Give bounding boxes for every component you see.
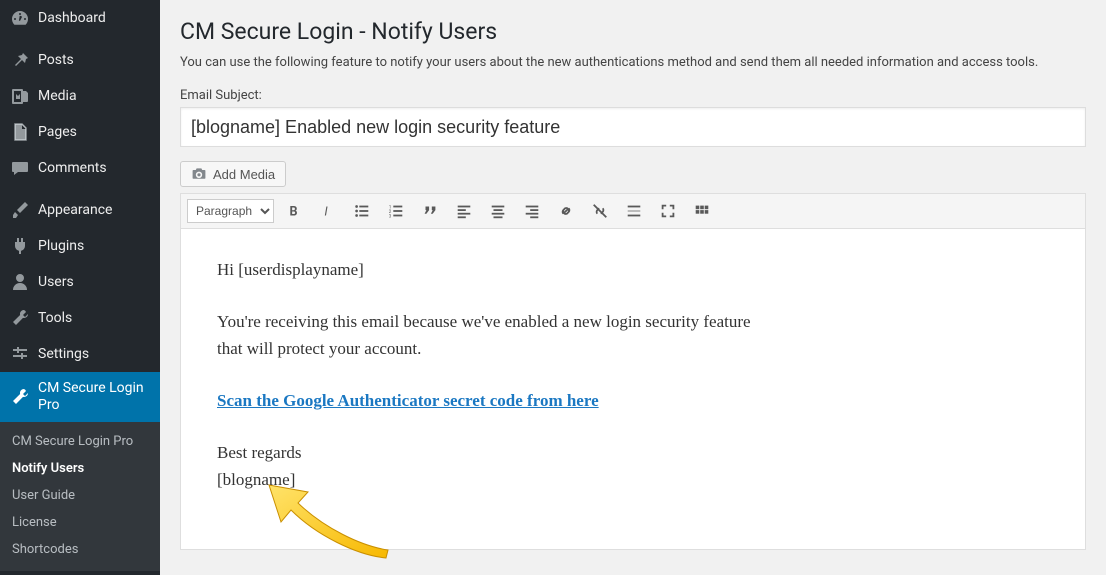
sidebar-item-label: Pages [38, 124, 77, 141]
insert-more-button[interactable] [620, 198, 648, 224]
submenu-item-license[interactable]: License [0, 509, 160, 536]
sliders-icon [10, 344, 30, 364]
svg-text:I: I [324, 205, 328, 220]
editor-toolbar: Paragraph B I 123 [181, 194, 1085, 229]
sidebar-item-label: CM Secure Login Pro [38, 380, 150, 414]
align-left-button[interactable] [450, 198, 478, 224]
add-media-button[interactable]: Add Media [180, 161, 286, 187]
brush-icon [10, 200, 30, 220]
main-content: CM Secure Login - Notify Users You can u… [160, 0, 1106, 575]
add-media-label: Add Media [213, 167, 275, 182]
sidebar-item-label: Media [38, 88, 77, 105]
sidebar-submenu: CM Secure Login Pro Notify Users User Gu… [0, 422, 160, 571]
toolbar-toggle-button[interactable] [688, 198, 716, 224]
page-title: CM Secure Login - Notify Users [180, 18, 1086, 45]
admin-sidebar: Dashboard Posts Media Pages Comments App… [0, 0, 160, 575]
sidebar-item-appearance[interactable]: Appearance [0, 192, 160, 228]
wrench-icon [10, 308, 30, 328]
bold-button[interactable]: B [280, 198, 308, 224]
sidebar-item-plugins[interactable]: Plugins [0, 228, 160, 264]
unlink-button[interactable] [586, 198, 614, 224]
sidebar-item-label: Comments [38, 160, 107, 177]
sidebar-item-label: Users [38, 274, 74, 291]
svg-text:3: 3 [389, 213, 392, 219]
sidebar-item-label: Tools [38, 310, 72, 327]
fullscreen-button[interactable] [654, 198, 682, 224]
email-body-editor: Paragraph B I 123 [180, 193, 1086, 550]
sidebar-item-label: Plugins [38, 238, 84, 255]
email-greeting: Hi [userdisplayname] [217, 257, 1049, 283]
sidebar-item-tools[interactable]: Tools [0, 300, 160, 336]
align-center-button[interactable] [484, 198, 512, 224]
sidebar-item-settings[interactable]: Settings [0, 336, 160, 372]
align-right-button[interactable] [518, 198, 546, 224]
media-icon [10, 86, 30, 106]
page-description: You can use the following feature to not… [180, 55, 1086, 70]
camera-icon [191, 166, 207, 182]
submenu-item-notify-users[interactable]: Notify Users [0, 455, 160, 482]
submenu-item-cm-secure-login-pro[interactable]: CM Secure Login Pro [0, 428, 160, 455]
email-paragraph: You're receiving this email because we'v… [217, 309, 777, 362]
comment-icon [10, 158, 30, 178]
sidebar-item-users[interactable]: Users [0, 264, 160, 300]
sidebar-item-comments[interactable]: Comments [0, 150, 160, 186]
sidebar-item-dashboard[interactable]: Dashboard [0, 0, 160, 36]
user-icon [10, 272, 30, 292]
submenu-item-user-guide[interactable]: User Guide [0, 482, 160, 509]
sidebar-item-posts[interactable]: Posts [0, 42, 160, 78]
blockquote-button[interactable] [416, 198, 444, 224]
submenu-item-shortcodes[interactable]: Shortcodes [0, 536, 160, 563]
numbered-list-button[interactable]: 123 [382, 198, 410, 224]
svg-text:B: B [290, 205, 298, 220]
wrench-icon [10, 387, 30, 407]
editor-body[interactable]: Hi [userdisplayname] You're receiving th… [181, 229, 1085, 549]
gauge-icon [10, 8, 30, 28]
page-icon [10, 122, 30, 142]
sidebar-item-label: Settings [38, 346, 89, 363]
email-signoff: Best regards [217, 443, 302, 462]
format-select[interactable]: Paragraph [187, 199, 274, 223]
link-button[interactable] [552, 198, 580, 224]
email-blogname: [blogname] [217, 470, 295, 489]
sidebar-item-label: Appearance [38, 202, 112, 219]
pin-icon [10, 50, 30, 70]
authenticator-link[interactable]: Scan the Google Authenticator secret cod… [217, 391, 599, 410]
bullet-list-button[interactable] [348, 198, 376, 224]
sidebar-item-label: Dashboard [38, 10, 106, 27]
plug-icon [10, 236, 30, 256]
sidebar-item-media[interactable]: Media [0, 78, 160, 114]
italic-button[interactable]: I [314, 198, 342, 224]
email-subject-label: Email Subject: [180, 88, 1086, 103]
sidebar-item-cm-secure-login-pro[interactable]: CM Secure Login Pro [0, 372, 160, 422]
sidebar-item-label: Posts [38, 52, 74, 69]
email-subject-input[interactable] [180, 107, 1086, 147]
sidebar-item-pages[interactable]: Pages [0, 114, 160, 150]
